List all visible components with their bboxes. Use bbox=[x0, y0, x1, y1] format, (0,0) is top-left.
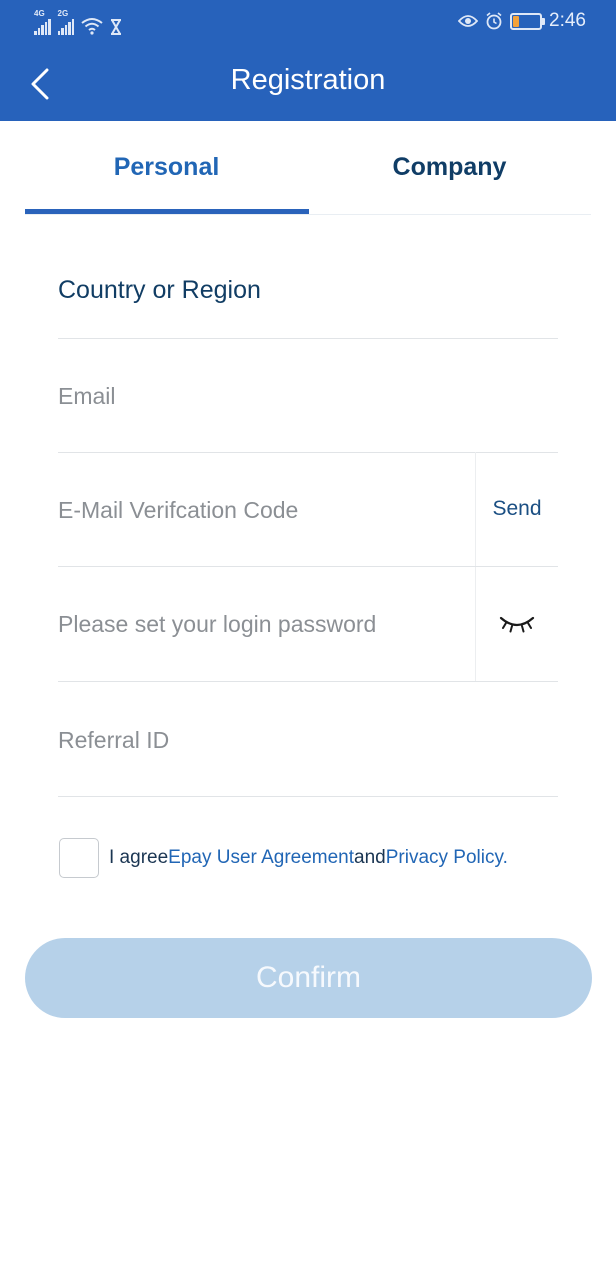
tab-divider bbox=[25, 214, 591, 215]
confirm-button[interactable]: Confirm bbox=[25, 938, 592, 1018]
password-field[interactable]: Please set your login password bbox=[58, 567, 558, 682]
signal-icon: 4G bbox=[34, 9, 51, 35]
app-bar: 4G 2G 2:46 Registration bbox=[0, 0, 616, 121]
wifi-icon bbox=[81, 18, 103, 35]
password-visibility-toggle[interactable] bbox=[475, 567, 558, 681]
hourglass-icon bbox=[111, 19, 121, 35]
country-region-label: Country or Region bbox=[58, 276, 261, 304]
password-placeholder: Please set your login password bbox=[58, 611, 377, 637]
page-title: Registration bbox=[230, 64, 386, 96]
status-left: 4G 2G bbox=[34, 9, 122, 35]
email-field[interactable]: Email bbox=[58, 338, 558, 453]
signal-icon-2: 2G bbox=[57, 9, 74, 35]
network-type-2: 2G bbox=[57, 9, 69, 18]
eye-closed-icon bbox=[499, 616, 535, 633]
send-code-button[interactable]: Send bbox=[475, 452, 558, 566]
agree-checkbox[interactable] bbox=[59, 838, 99, 878]
agree-prefix: I agree bbox=[109, 847, 169, 868]
agreement-row: I agreeEpay User AgreementandPrivacy Pol… bbox=[59, 838, 508, 878]
country-region-selector[interactable]: Country or Region bbox=[58, 224, 558, 339]
verification-code-placeholder: E-Mail Verifcation Code bbox=[58, 497, 299, 523]
confirm-label: Confirm bbox=[255, 961, 361, 994]
user-agreement-link[interactable]: Epay User Agreement bbox=[168, 847, 354, 868]
agree-suffix: . bbox=[502, 847, 508, 868]
battery-icon bbox=[510, 12, 546, 30]
agree-middle: and bbox=[354, 847, 386, 868]
email-placeholder: Email bbox=[58, 383, 116, 409]
agreement-text: I agreeEpay User AgreementandPrivacy Pol… bbox=[109, 847, 508, 869]
status-right: 2:46 bbox=[458, 10, 586, 32]
network-type-1: 4G bbox=[34, 9, 45, 18]
referral-id-field[interactable]: Referral ID bbox=[58, 682, 558, 797]
eye-comfort-icon bbox=[458, 15, 479, 27]
alarm-icon bbox=[486, 12, 502, 30]
status-bar: 4G 2G 2:46 bbox=[0, 0, 616, 46]
send-code-label: Send bbox=[492, 497, 542, 520]
privacy-policy-link[interactable]: Privacy Policy bbox=[386, 847, 503, 868]
battery-level bbox=[513, 15, 519, 27]
status-time: 2:46 bbox=[549, 10, 586, 31]
referral-id-placeholder: Referral ID bbox=[58, 727, 170, 753]
tab-company[interactable]: Company bbox=[308, 121, 591, 213]
verification-code-field[interactable]: E-Mail Verifcation Code Send bbox=[58, 452, 558, 567]
tab-personal[interactable]: Personal bbox=[25, 121, 308, 213]
tab-bar: Personal Company bbox=[25, 121, 591, 216]
